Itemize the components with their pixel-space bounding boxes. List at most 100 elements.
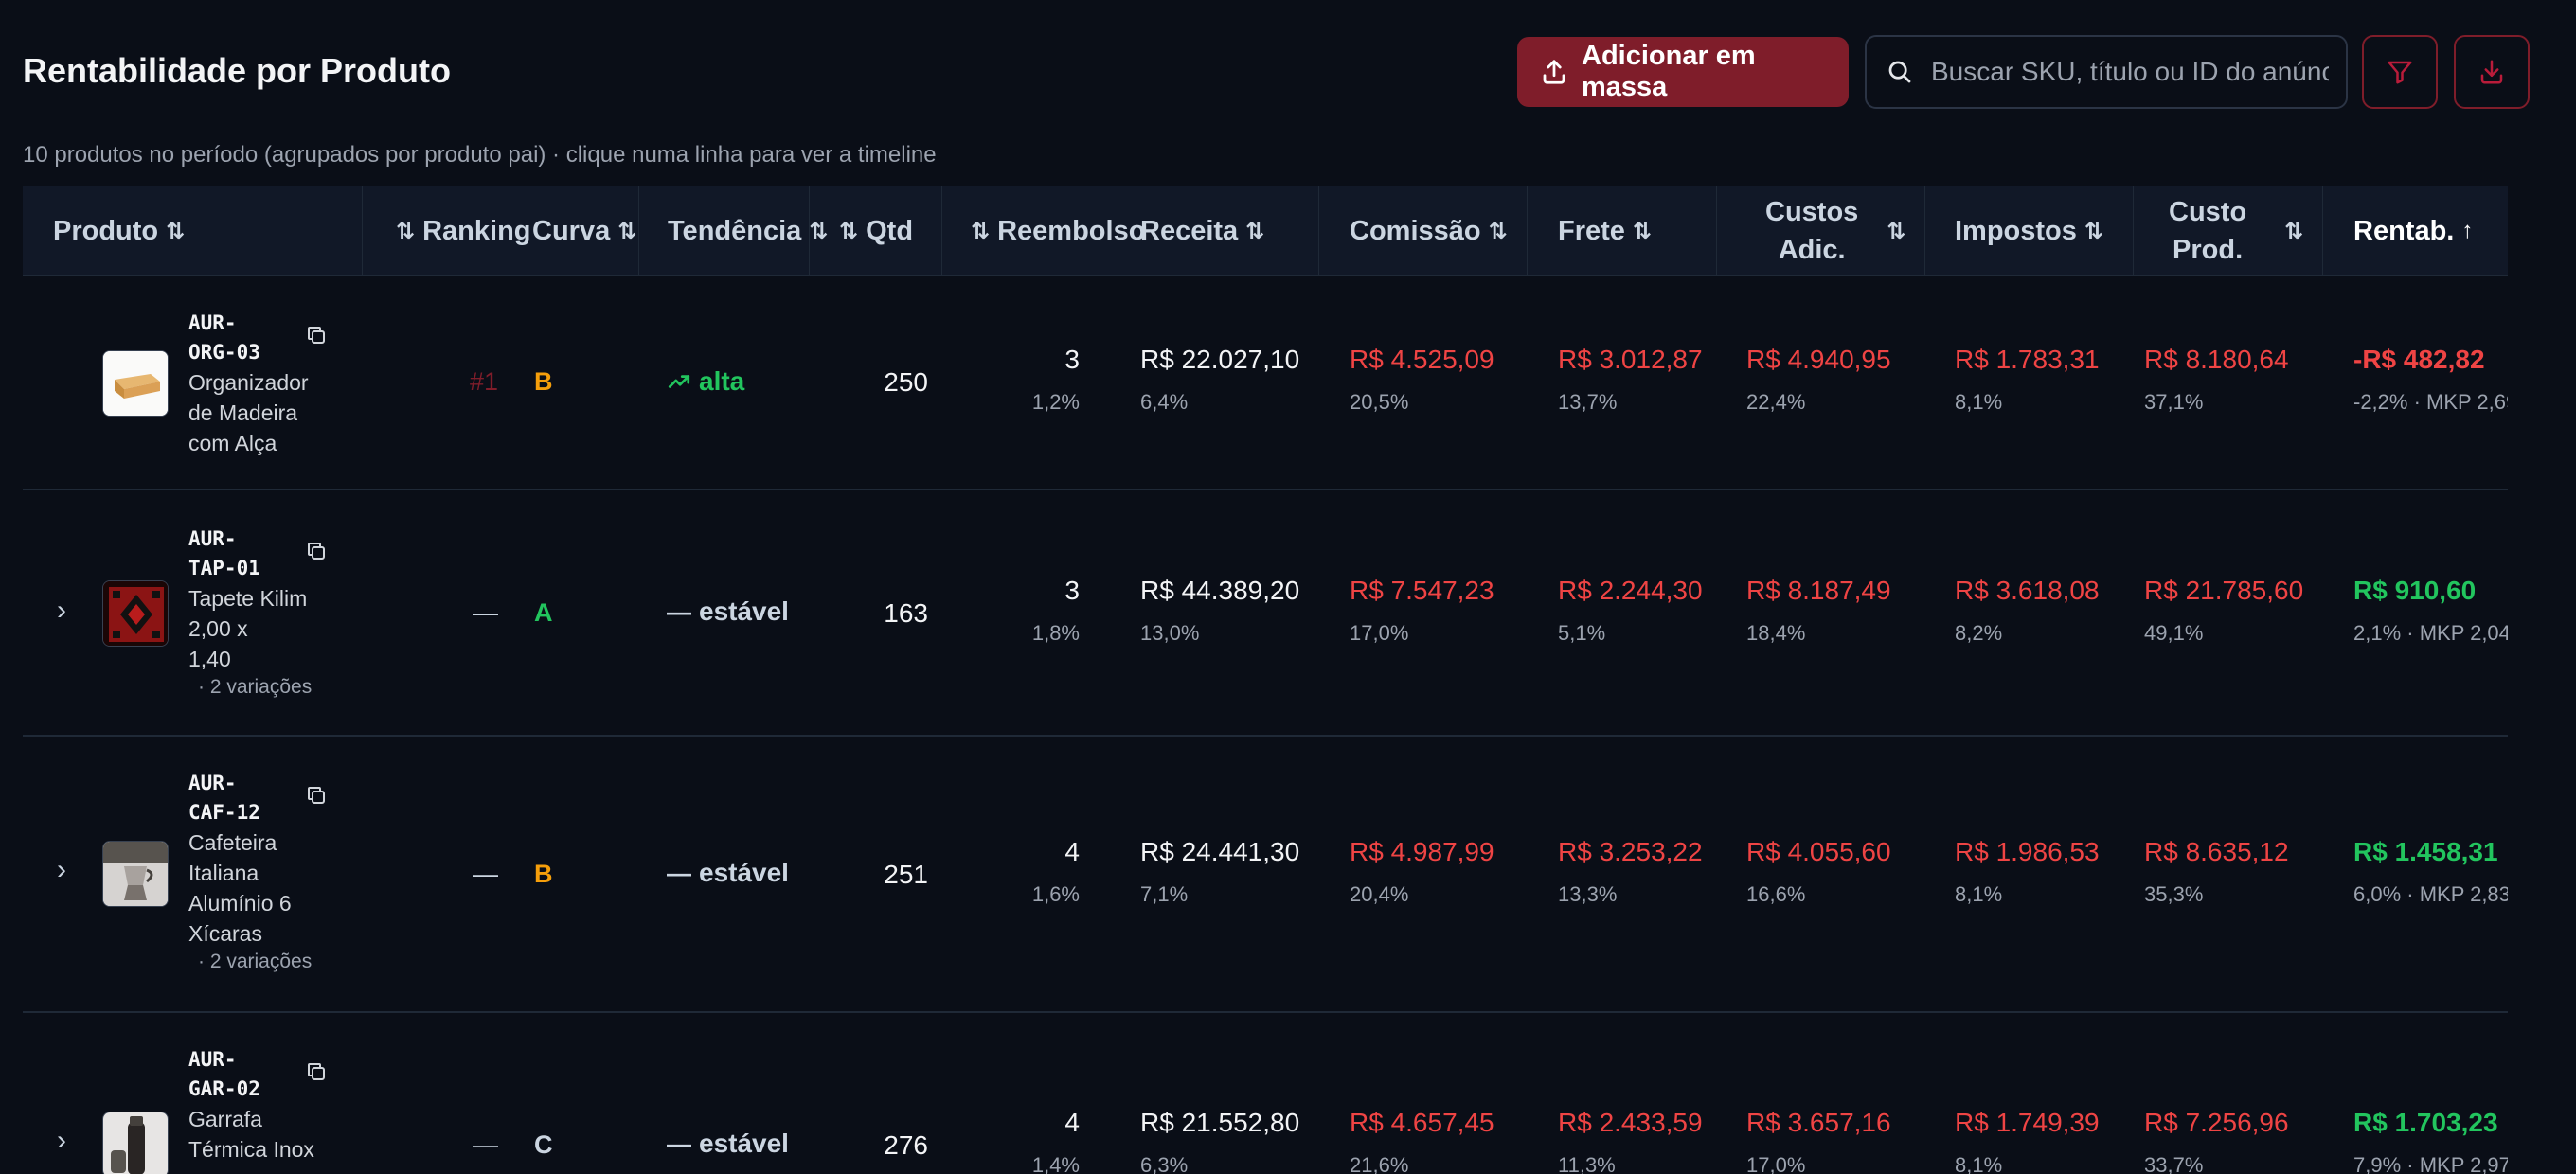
table-row[interactable]: › AUR- TAP-01 Tapete Kilim 2,00 x 1,40 · 2 … <box>23 490 2508 737</box>
sort-icon: ⇅ <box>839 218 859 244</box>
col-header-produto[interactable]: Produto ⇅ <box>53 186 185 276</box>
copy-icon[interactable] <box>305 540 328 562</box>
column-divider <box>1318 186 1319 276</box>
col-label-comissao: Comissão <box>1350 215 1481 246</box>
col-label-impostos: Impostos <box>1955 215 2077 246</box>
refund-cell: 3 1,2% <box>1031 345 1080 414</box>
sort-icon: ⇅ <box>396 218 416 244</box>
product-name: Tapete Kilim 2,00 x 1,40 <box>188 586 308 671</box>
qty-value: 276 <box>884 1130 928 1160</box>
col-header-ranking[interactable]: ⇅ Ranking <box>396 186 531 276</box>
product-sku: AUR- TAP-01 <box>188 527 260 579</box>
variations-count: · 2 variações <box>198 951 313 972</box>
revenue-cell: R$ 24.441,30 7,1% <box>1140 837 1300 906</box>
col-header-rentab[interactable]: Rentab. ↑ <box>2353 186 2473 276</box>
taxes-cell: R$ 1.986,53 8,1% <box>1955 837 2100 906</box>
trend-indicator: alta <box>667 366 744 397</box>
product-name: Garrafa Térmica Inox <box>188 1107 314 1162</box>
product-thumbnail <box>102 1112 169 1174</box>
col-header-qtd[interactable]: ⇅ Qtd <box>839 186 913 276</box>
bulk-add-label: Adicionar em massa <box>1582 41 1756 102</box>
refund-cell: 4 1,4% <box>1031 1108 1080 1174</box>
search-box[interactable] <box>1865 35 2348 109</box>
revenue-cell: R$ 21.552,80 6,3% <box>1140 1108 1300 1174</box>
col-label-frete: Frete <box>1558 215 1625 246</box>
search-input[interactable] <box>1931 57 2329 87</box>
variations-count: · 2 variações <box>198 676 313 698</box>
column-divider <box>638 186 639 276</box>
sort-icon: ⇅ <box>2284 218 2304 244</box>
col-header-frete[interactable]: Frete ⇅ <box>1558 186 1652 276</box>
curve-badge: B <box>534 860 553 888</box>
sort-icon: ⇅ <box>1887 218 1906 244</box>
product-sku: AUR- CAF-12 <box>188 772 260 824</box>
additional-costs-cell: R$ 8.187,49 18,4% <box>1746 576 1891 645</box>
profitability-cell: -R$ 482,82 -2,2% · MKP 2,69 <box>2353 345 2508 414</box>
commission-cell: R$ 4.525,09 20,5% <box>1350 345 1494 414</box>
copy-icon[interactable] <box>305 1060 328 1083</box>
trend-up-icon <box>668 375 690 388</box>
search-icon <box>1888 61 1911 83</box>
sort-icon: ⇅ <box>1632 218 1653 244</box>
col-label-curva: Curva <box>532 215 611 246</box>
column-divider <box>2133 186 2134 276</box>
col-header-receita[interactable]: Receita ⇅ <box>1140 186 1264 276</box>
col-header-curva[interactable]: Curva ⇅ <box>532 186 636 276</box>
page-title: Rentabilidade por Produto <box>23 51 452 90</box>
copy-icon[interactable] <box>305 324 328 347</box>
commission-cell: R$ 7.547,23 17,0% <box>1350 576 1494 645</box>
copy-icon[interactable] <box>305 784 328 807</box>
table-row[interactable]: › AUR- GAR-02 Garrafa Térmica Inox — C — e… <box>23 1013 2508 1174</box>
col-header-reembolso[interactable]: ⇅ Reembolso <box>971 186 1145 276</box>
revenue-cell: R$ 44.389,20 13,0% <box>1140 576 1300 645</box>
col-header-impostos[interactable]: Impostos ⇅ <box>1955 186 2103 276</box>
table-row[interactable]: › AUR- CAF-12 Cafeteira Italiana Alumínio 6… <box>23 737 2508 1013</box>
trend-flat-icon: — <box>667 1129 691 1158</box>
trend-indicator: — estável <box>667 1129 789 1159</box>
download-button[interactable] <box>2454 35 2530 109</box>
product-thumbnail <box>102 350 169 417</box>
column-divider <box>1527 186 1528 276</box>
expand-chevron-icon[interactable]: › <box>57 595 66 627</box>
profitability-table: Produto ⇅ ⇅ Ranking Curva ⇅ Tendência ⇅ ⇅ Qtd… <box>23 186 2508 1174</box>
filter-button[interactable] <box>2362 35 2438 109</box>
product-thumbnail <box>102 841 169 907</box>
col-header-tendencia[interactable]: Tendência ⇅ <box>668 186 828 276</box>
col-header-custo-prod[interactable]: Custo Prod. ⇅ <box>2169 186 2303 276</box>
table-row[interactable]: AUR- ORG-03 Organizador de Madeira com Alça… <box>23 276 2508 490</box>
product-sku: AUR- ORG-03 <box>188 311 260 364</box>
product-name: Cafeteira Italiana Alumínio 6 Xícaras <box>188 830 292 946</box>
col-label-receita: Receita <box>1140 215 1239 246</box>
col-label-adic: Adic. <box>1778 235 1846 265</box>
additional-costs-cell: R$ 4.940,95 22,4% <box>1746 345 1891 414</box>
bulk-add-button[interactable]: Adicionar em massa <box>1517 37 1849 107</box>
profitability-cell: R$ 910,60 2,1% · MKP 2,04× <box>2353 576 2508 645</box>
trend-indicator: — estável <box>667 596 789 627</box>
shipping-cell: R$ 3.012,87 13,7% <box>1558 345 1703 414</box>
profitability-cell: R$ 1.703,23 7,9% · MKP 2,97× <box>2353 1108 2508 1174</box>
qty-value: 163 <box>884 598 928 628</box>
product-cost-cell: R$ 21.785,60 49,1% <box>2144 576 2304 645</box>
product-name: Organizador de Madeira com Alça <box>188 370 309 455</box>
sort-icon: ⇅ <box>1488 218 1508 244</box>
trend-label: estável <box>699 1129 789 1158</box>
curve-badge: C <box>534 1130 553 1159</box>
col-header-custos-adic[interactable]: Custos Adic. ⇅ <box>1765 186 1905 276</box>
col-header-comissao[interactable]: Comissão ⇅ <box>1350 186 1508 276</box>
expand-chevron-icon[interactable]: › <box>57 854 66 886</box>
col-label-reembolso: Reembolso <box>997 215 1146 246</box>
column-divider <box>1716 186 1717 276</box>
col-label-rentab: Rentab. <box>2353 215 2455 246</box>
commission-cell: R$ 4.657,45 21,6% <box>1350 1108 1494 1174</box>
expand-chevron-icon[interactable]: › <box>57 1125 66 1157</box>
curve-badge: B <box>534 367 553 396</box>
shipping-cell: R$ 2.244,30 5,1% <box>1558 576 1703 645</box>
col-label-produto: Produto <box>53 215 159 246</box>
sort-icon: ⇅ <box>2084 218 2104 244</box>
col-label-tendencia: Tendência <box>668 215 802 246</box>
qty-value: 251 <box>884 860 928 889</box>
sort-up-icon: ↑ <box>2461 218 2474 243</box>
trend-label: estável <box>699 858 789 887</box>
taxes-cell: R$ 1.783,31 8,1% <box>1955 345 2100 414</box>
refund-cell: 4 1,6% <box>1031 837 1080 906</box>
